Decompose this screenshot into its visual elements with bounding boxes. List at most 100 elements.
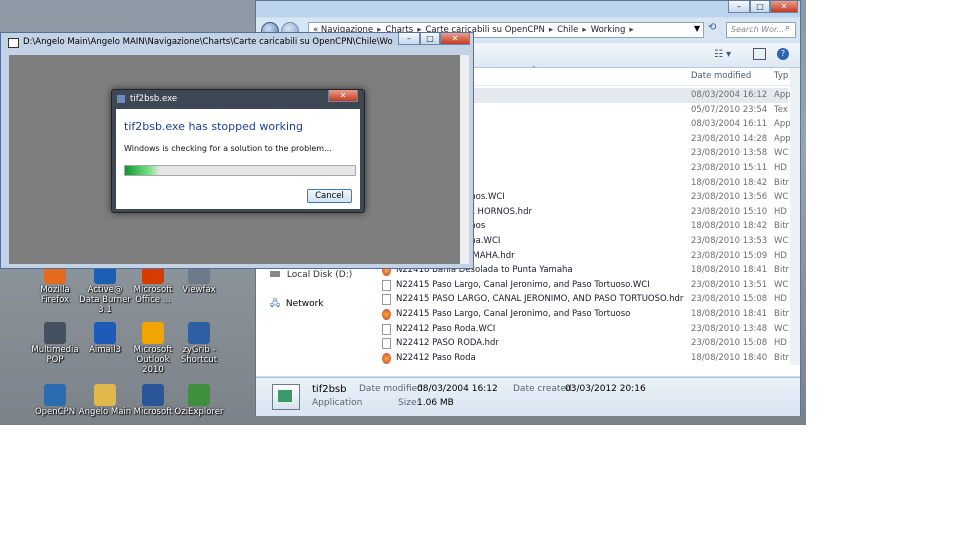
selected-file-name: tif2bsb [312, 384, 347, 395]
column-type[interactable]: Typ [774, 71, 788, 81]
file-type: Bitr [774, 309, 790, 319]
file-row[interactable]: N22415 PASO LARGO, CANAL JERONIMO, AND P… [374, 292, 788, 307]
nav-item-label: Network [285, 299, 324, 309]
file-icon [382, 338, 391, 350]
desktop-icon-label: Mozilla Firefox [40, 285, 70, 305]
breadcrumb-separator-icon[interactable]: ▸ [549, 25, 553, 35]
explorer-titlebar[interactable]: – □ ✕ [256, 1, 800, 17]
desktop-icon-label: Aimail3 [89, 345, 121, 355]
breadcrumb-item[interactable]: Chile [557, 25, 578, 35]
file-date: 23/08/2010 13:58 [691, 148, 768, 159]
search-icon[interactable]: ⌕ [785, 23, 790, 33]
desktop-icon[interactable]: zyGrib - Shortcut [172, 322, 226, 365]
dialog-heading: tif2bsb.exe has stopped working [124, 120, 303, 133]
file-type: WC [774, 323, 789, 334]
size-value: 1.06 MB [417, 398, 454, 408]
desktop-icon-label: Multimedia POP [31, 345, 79, 365]
network-icon: 🖧 [270, 299, 281, 309]
file-type: Bitr [774, 352, 790, 363]
app-icon [142, 322, 164, 344]
file-type: WC [774, 279, 789, 290]
file-type: HD [774, 206, 787, 217]
chevron-down-icon[interactable]: ▼ [694, 24, 700, 33]
error-dialog: tif2bsb.exe ✕ tif2bsb.exe has stopped wo… [111, 89, 365, 213]
nav-item-local-disk[interactable]: Local Disk (D:) [270, 270, 352, 280]
file-date: 08/03/2004 16:12 [691, 90, 768, 100]
desktop-icon[interactable]: Multimedia POP [28, 322, 82, 365]
application-icon [272, 384, 300, 410]
dialog-message: Windows is checking for a solution to th… [124, 144, 332, 153]
minimize-button[interactable]: – [398, 33, 420, 45]
minimize-button[interactable]: – [728, 1, 750, 13]
app-icon [188, 322, 210, 344]
column-date-modified[interactable]: Date modified [691, 71, 751, 81]
progress-bar [124, 165, 356, 176]
selected-file-type: Application [312, 398, 363, 408]
file-type: WC [774, 236, 789, 246]
file-type: Bitr [774, 221, 790, 232]
file-date: 18/08/2010 18:42 [691, 221, 768, 232]
created-value: 03/03/2012 20:16 [565, 384, 646, 394]
file-type: HD [774, 163, 787, 173]
sort-arrow-icon: ⌃ [530, 65, 538, 75]
desktop-icon[interactable]: Aimail3 [78, 322, 132, 355]
progress-fill [125, 166, 160, 175]
modified-value: 08/03/2004 16:12 [417, 384, 498, 394]
desktop-icon[interactable]: Angelo Main [78, 384, 132, 417]
vertical-scrollbar[interactable] [790, 68, 800, 365]
desktop-icon[interactable]: Active@ Data Burner 3.1 [78, 262, 132, 315]
app-icon [44, 384, 66, 406]
nav-item-network[interactable]: 🖧 Network [270, 296, 324, 312]
file-row[interactable]: N22415 Paso Largo, Canal Jeronimo, and P… [374, 278, 788, 293]
file-type: Bitr [774, 265, 790, 276]
desktop: Mozilla Firefox Active@ Data Burner 3.1 Mi… [0, 0, 806, 425]
breadcrumb-separator-icon[interactable]: ▸ [629, 25, 633, 35]
vertical-scrollbar[interactable] [460, 55, 469, 264]
file-date: 05/07/2010 23:54 [691, 104, 768, 115]
file-type: WC [774, 148, 789, 159]
close-button[interactable]: ✕ [770, 1, 798, 13]
dialog-body: tif2bsb.exe has stopped working Windows … [116, 109, 360, 209]
desktop-icon-label: Active@ Data Burner 3.1 [79, 285, 131, 315]
window-icon [8, 38, 19, 48]
close-button[interactable]: ✕ [440, 33, 470, 45]
desktop-icon-label: zyGrib - Shortcut [180, 345, 218, 365]
nav-item-label: Local Disk (D:) [286, 270, 353, 280]
file-row[interactable]: N22415 Paso Largo, Canal Jeronimo, and P… [374, 307, 790, 322]
file-type: App [774, 133, 791, 144]
image-file-icon [382, 309, 391, 320]
file-name: N22412 Paso Roda.WCI [396, 323, 496, 334]
app-icon [44, 322, 66, 344]
file-date: 23/08/2010 13:51 [691, 279, 768, 290]
breadcrumb-item[interactable]: Working [591, 25, 626, 35]
drive-icon [270, 271, 280, 277]
file-row[interactable]: N22412 Paso Roda.WCI 23/08/2010 13:48 WC [374, 322, 788, 337]
file-type: WC [774, 192, 789, 203]
breadcrumb-separator-icon[interactable]: ▸ [582, 25, 586, 35]
file-date: 23/08/2010 13:53 [691, 236, 768, 246]
file-row[interactable]: N22412 PASO RODA.hdr 23/08/2010 15:08 HD [374, 336, 788, 351]
app-icon [94, 384, 116, 406]
desktop-icon[interactable]: OpenCPN [28, 384, 82, 417]
maximize-button[interactable]: □ [750, 1, 770, 13]
file-date: 23/08/2010 13:48 [691, 323, 768, 334]
views-icon[interactable]: ☷ ▾ [714, 49, 731, 60]
cancel-button[interactable]: Cancel [307, 189, 352, 203]
desktop-icon[interactable]: OziExplorer [172, 384, 226, 417]
dialog-title: tif2bsb.exe [130, 94, 178, 104]
maximize-button[interactable]: □ [420, 33, 440, 45]
file-row[interactable]: N22412 Paso Roda 18/08/2010 18:40 Bitr [374, 351, 790, 366]
modified-label: Date modified: [359, 384, 426, 394]
close-button[interactable]: ✕ [328, 90, 358, 102]
preview-pane-icon[interactable] [753, 48, 766, 60]
file-name: N22415 Paso Largo, Canal Jeronimo, and P… [396, 279, 650, 290]
app-icon [142, 384, 164, 406]
help-icon[interactable]: ? [777, 48, 789, 60]
desktop-icon-label: OpenCPN [34, 407, 76, 417]
file-date: 23/08/2010 15:08 [691, 294, 768, 305]
refresh-icon[interactable]: ⟲ [708, 22, 716, 33]
file-date: 18/08/2010 18:42 [691, 177, 768, 188]
file-date: 23/08/2010 15:09 [691, 250, 768, 261]
app-icon [117, 95, 125, 103]
file-type: HD [774, 250, 787, 261]
